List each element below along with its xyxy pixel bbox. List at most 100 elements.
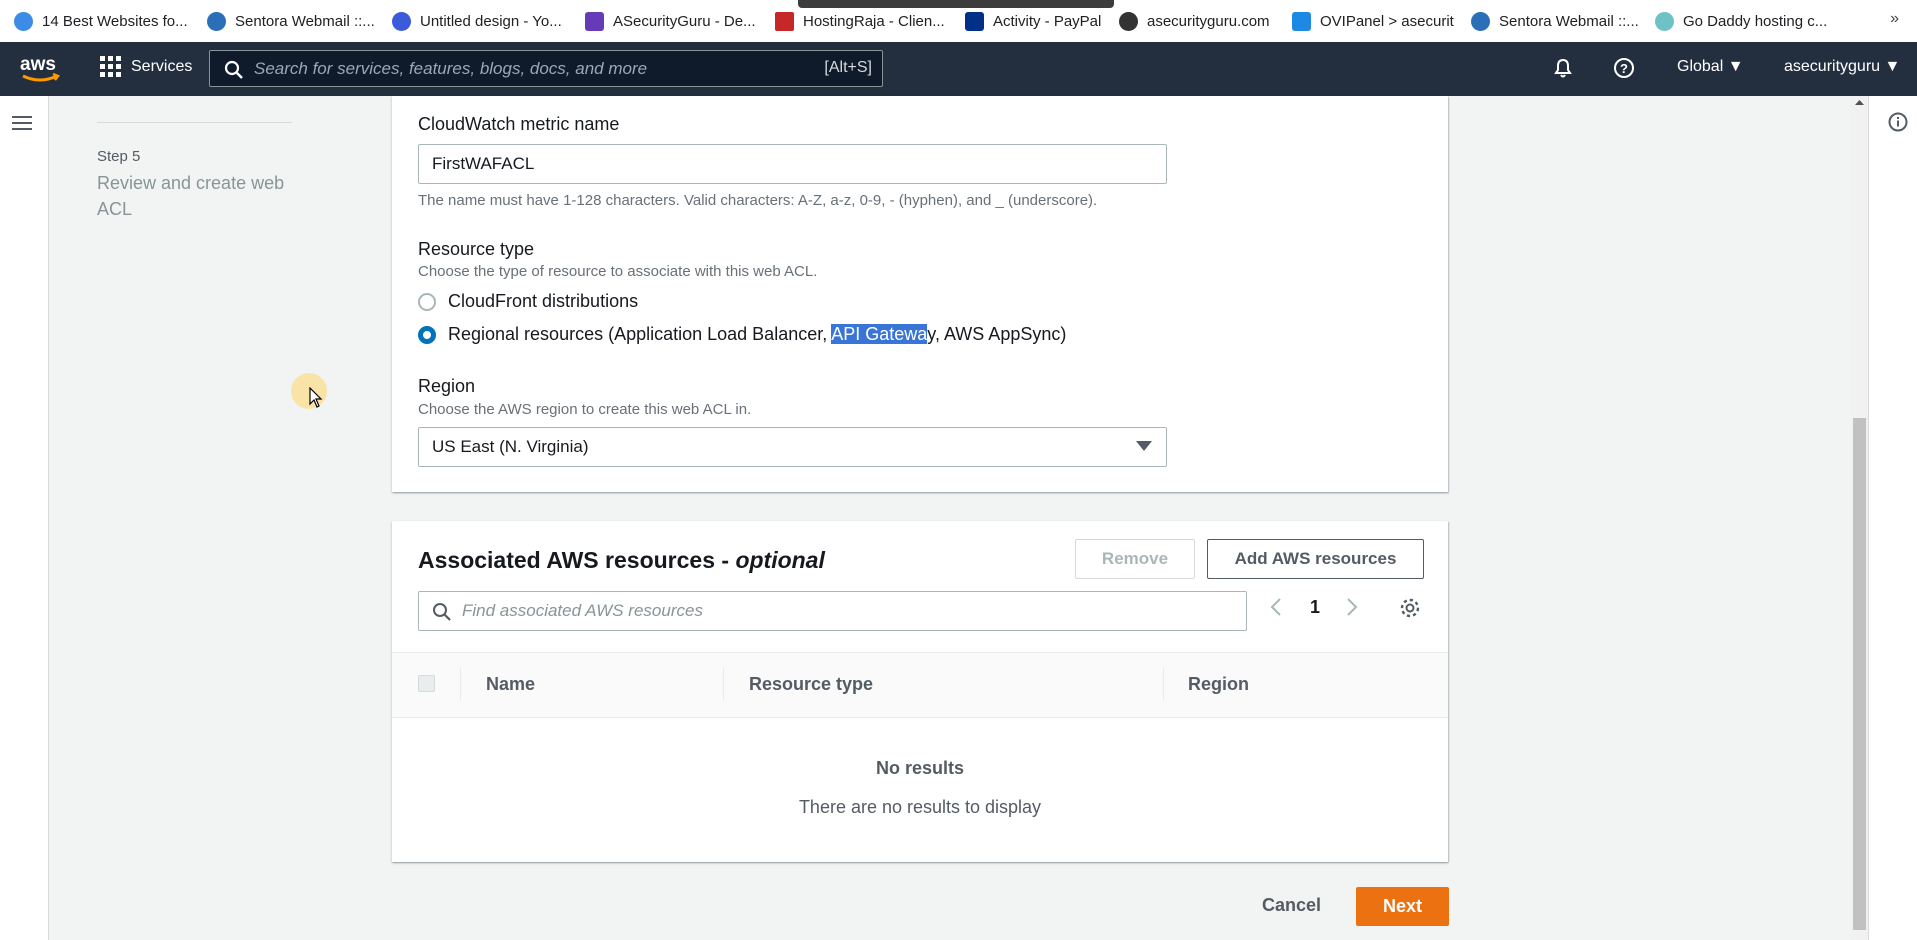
gear-icon[interactable] bbox=[1399, 597, 1421, 624]
notifications-bell-icon[interactable] bbox=[1552, 57, 1574, 84]
resources-table-header: Name Resource type Region bbox=[392, 652, 1448, 718]
bookmark-label: OVIPanel > asecurit bbox=[1320, 12, 1454, 30]
bookmark-label: Go Daddy hosting c... bbox=[1683, 12, 1828, 30]
globe-icon bbox=[1119, 11, 1138, 31]
regional-text-end: y, AWS AppSync) bbox=[927, 324, 1067, 344]
column-header-resource-type[interactable]: Resource type bbox=[749, 674, 873, 695]
webmail-icon bbox=[1471, 11, 1490, 31]
radio-regional-label[interactable]: Regional resources (Application Load Bal… bbox=[448, 324, 1066, 345]
bookmark-item[interactable]: OVIPanel > asecurit bbox=[1292, 0, 1454, 42]
metric-name-label: CloudWatch metric name bbox=[418, 114, 620, 134]
account-menu[interactable]: asecurityguru ▼ bbox=[1784, 58, 1900, 76]
bookmark-item[interactable]: Sentora Webmail ::... bbox=[207, 0, 375, 42]
add-aws-resources-button[interactable]: Add AWS resources bbox=[1207, 539, 1424, 579]
radio-cloudfront[interactable] bbox=[418, 293, 436, 311]
search-shortcut: [Alt+S] bbox=[824, 59, 872, 76]
paypal-icon bbox=[965, 11, 984, 31]
cancel-button[interactable]: Cancel bbox=[1262, 895, 1321, 916]
column-divider bbox=[460, 667, 461, 701]
associated-resources-title: Associated AWS resources - optional bbox=[418, 547, 825, 574]
radio-cloudfront-label[interactable]: CloudFront distributions bbox=[448, 291, 638, 312]
web-acl-details-panel: CloudWatch metric name FirstWAFACL The n… bbox=[392, 96, 1448, 492]
region-selector[interactable]: Global ▼ bbox=[1677, 58, 1744, 76]
text-selection-highlight: API Gatewa bbox=[831, 324, 928, 344]
canva-icon bbox=[392, 11, 411, 31]
step-title-link[interactable]: Review and create web ACL bbox=[97, 170, 287, 222]
bookmark-label: Untitled design - Yo... bbox=[420, 12, 562, 30]
svg-text:aws: aws bbox=[20, 54, 56, 75]
bookmark-item[interactable]: asecurityguru.com bbox=[1119, 0, 1270, 42]
bookmark-item[interactable]: Sentora Webmail ::... bbox=[1471, 0, 1639, 42]
chevron-right-icon[interactable] bbox=[1346, 597, 1358, 622]
bookmark-label: Sentora Webmail ::... bbox=[1499, 12, 1639, 30]
regional-text-start: Regional resources (Application Load Bal… bbox=[448, 324, 832, 344]
bookmark-label: HostingRaja - Clien... bbox=[803, 12, 945, 30]
search-icon bbox=[224, 60, 243, 79]
bookmark-item[interactable]: Untitled design - Yo... bbox=[392, 0, 562, 42]
menu-hamburger-icon[interactable] bbox=[12, 114, 32, 137]
empty-state-title: No results bbox=[875, 758, 965, 778]
search-icon bbox=[433, 603, 451, 621]
bookmark-item[interactable]: Go Daddy hosting c... bbox=[1655, 0, 1827, 42]
bookmark-label: Activity - PayPal bbox=[993, 12, 1102, 30]
services-menu-button[interactable]: Services bbox=[100, 56, 192, 77]
page-number[interactable]: 1 bbox=[1310, 597, 1320, 618]
steps-divider bbox=[97, 122, 292, 123]
caret-down-icon: ▼ bbox=[1727, 58, 1744, 75]
column-divider bbox=[723, 667, 724, 701]
aws-top-nav: aws Services Search for services, featur… bbox=[0, 42, 1917, 96]
bookmarks-bar: 14 Best Websites fo... Sentora Webmail :… bbox=[0, 0, 1917, 42]
scrollbar-thumb[interactable] bbox=[1853, 418, 1866, 930]
search-placeholder: Search for services, features, blogs, do… bbox=[254, 59, 648, 78]
region-select[interactable]: US East (N. Virginia) bbox=[418, 427, 1167, 467]
bookmark-item[interactable]: HostingRaja - Clien... bbox=[775, 0, 945, 42]
global-search-input[interactable]: Search for services, features, blogs, do… bbox=[209, 50, 883, 87]
find-resources-placeholder: Find associated AWS resources bbox=[462, 601, 703, 620]
next-button[interactable]: Next bbox=[1356, 887, 1449, 926]
bookmark-label: 14 Best Websites fo... bbox=[42, 12, 188, 30]
side-navigation-strip bbox=[0, 96, 49, 940]
ovi-icon bbox=[1292, 11, 1311, 31]
caret-down-icon bbox=[1136, 441, 1152, 451]
metric-name-input[interactable]: FirstWAFACL bbox=[418, 144, 1167, 184]
resource-type-description: Choose the type of resource to associate… bbox=[418, 263, 818, 280]
godaddy-icon bbox=[1655, 11, 1674, 31]
more-bookmarks-icon[interactable]: » bbox=[1890, 10, 1899, 28]
grid-icon bbox=[100, 56, 121, 77]
hr-icon bbox=[775, 11, 794, 31]
associated-title-text: Associated AWS resources - bbox=[418, 547, 736, 573]
associated-resources-panel: Associated AWS resources - optional Remo… bbox=[392, 521, 1448, 862]
column-header-region[interactable]: Region bbox=[1188, 674, 1249, 695]
help-icon[interactable]: ? bbox=[1613, 57, 1635, 84]
metric-name-hint: The name must have 1-128 characters. Val… bbox=[418, 192, 1098, 209]
aws-logo[interactable]: aws bbox=[20, 53, 62, 85]
region-select-value: US East (N. Virginia) bbox=[432, 437, 589, 456]
empty-state-description: There are no results to display bbox=[798, 797, 1042, 817]
doc-icon bbox=[585, 11, 604, 31]
webmail-icon bbox=[207, 11, 226, 31]
chevron-left-icon[interactable] bbox=[1270, 597, 1282, 622]
find-resources-input[interactable]: Find associated AWS resources bbox=[418, 591, 1247, 631]
services-label: Services bbox=[131, 57, 193, 75]
radio-regional-resources[interactable] bbox=[418, 326, 436, 344]
bookmark-item[interactable]: ASecurityGuru - De... bbox=[585, 0, 756, 42]
scroll-up-arrow-icon[interactable] bbox=[1851, 96, 1868, 110]
column-divider bbox=[1163, 667, 1164, 701]
svg-text:?: ? bbox=[1620, 61, 1628, 76]
region-label: Region bbox=[418, 376, 476, 396]
column-header-name[interactable]: Name bbox=[486, 674, 535, 695]
bookmark-label: ASecurityGuru - De... bbox=[613, 12, 756, 30]
metric-name-value: FirstWAFACL bbox=[432, 154, 535, 173]
step-number: Step 5 bbox=[97, 148, 141, 165]
remove-button[interactable]: Remove bbox=[1075, 539, 1195, 579]
info-icon[interactable] bbox=[1888, 112, 1908, 137]
bookmark-label: Sentora Webmail ::... bbox=[235, 12, 375, 30]
mouse-pointer-icon bbox=[309, 387, 323, 408]
bookmark-item[interactable]: Activity - PayPal bbox=[965, 0, 1101, 42]
bookmark-label: asecurityguru.com bbox=[1147, 12, 1270, 30]
bookmark-item[interactable]: 14 Best Websites fo... bbox=[14, 0, 188, 42]
region-description: Choose the AWS region to create this web… bbox=[418, 401, 752, 418]
select-all-checkbox[interactable] bbox=[418, 675, 435, 692]
resource-type-label: Resource type bbox=[418, 239, 535, 259]
m-circle-icon bbox=[14, 11, 33, 31]
